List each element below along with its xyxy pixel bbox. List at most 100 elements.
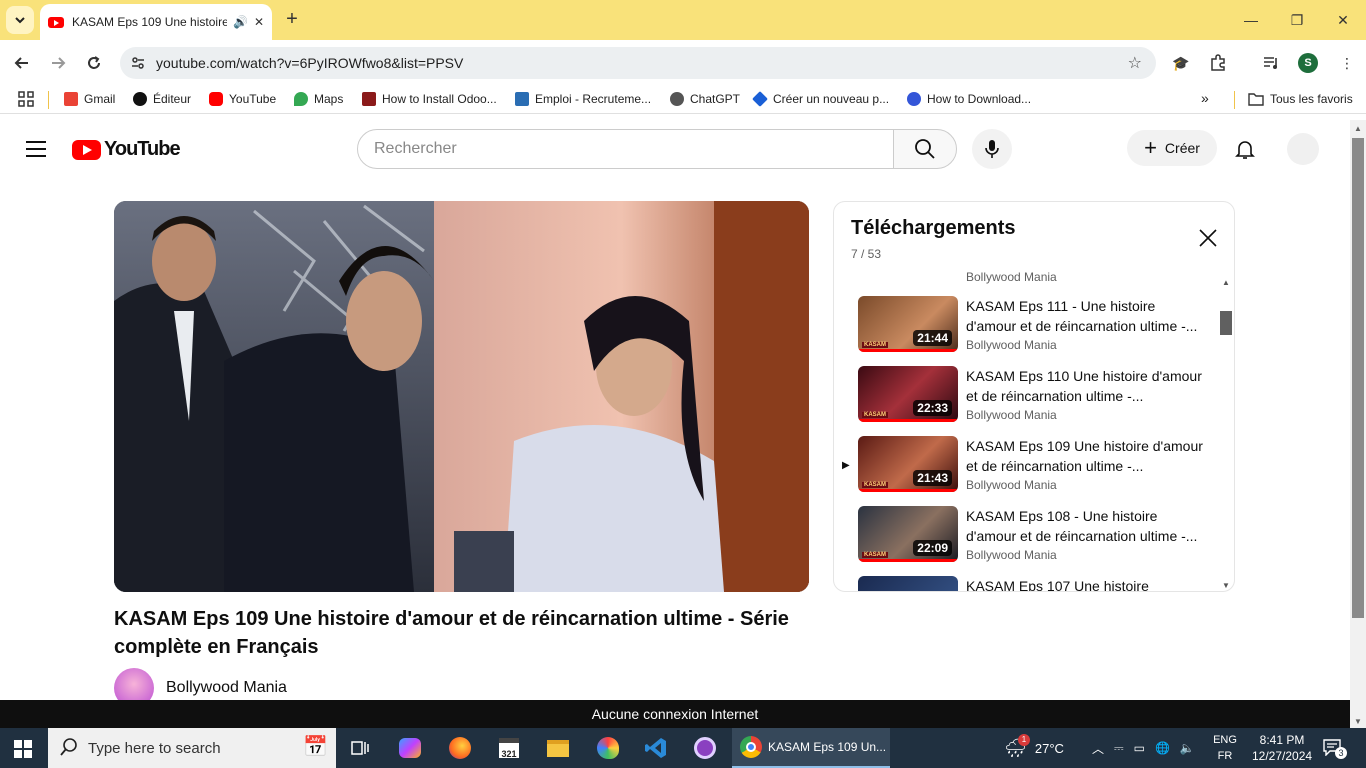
calendar-app-icon[interactable]: 321	[495, 734, 523, 762]
file-explorer-icon[interactable]	[544, 734, 572, 762]
bookmark-creer[interactable]: Créer un nouveau p...	[752, 91, 889, 107]
watched-progress-bar	[858, 559, 958, 562]
restore-button[interactable]: ❐	[1274, 0, 1320, 40]
bookmark-label: YouTube	[229, 92, 277, 106]
scroll-up-arrow-icon[interactable]: ▲	[1354, 124, 1362, 133]
reload-button[interactable]	[81, 50, 107, 76]
bookmark-emploi[interactable]: Emploi - Recruteme...	[515, 92, 651, 106]
create-button[interactable]: + Créer	[1127, 130, 1217, 166]
playlist-title[interactable]: Téléchargements	[851, 217, 1016, 240]
address-bar[interactable]: youtube.com/watch?v=6PyIROWfwo8&list=PPS…	[120, 47, 1156, 79]
playlist-item[interactable]: KASAM 21:44 KASAM Eps 111 - Une histoire…	[834, 296, 1220, 366]
playlist-thumbnail: KASAM 21:44	[858, 296, 958, 352]
bookmark-youtube[interactable]: YouTube	[209, 92, 276, 106]
paint-app-icon[interactable]	[594, 734, 622, 762]
forward-button[interactable]	[45, 50, 71, 76]
scroll-down-arrow-icon[interactable]: ▼	[1222, 581, 1230, 590]
back-button[interactable]	[9, 50, 35, 76]
editeur-icon	[133, 92, 147, 106]
youtube-logo[interactable]: YouTube	[72, 138, 181, 161]
extension-hat-icon[interactable]: 🎓	[1170, 52, 1192, 74]
user-avatar[interactable]	[1287, 133, 1319, 165]
more-menu-icon[interactable]: ⋮	[1336, 52, 1358, 74]
kasam-logo: KASAM	[862, 552, 888, 558]
tab-search-dropdown[interactable]	[6, 6, 34, 34]
close-tab-icon[interactable]: ✕	[254, 15, 264, 29]
playlist-scrollbar[interactable]: ▲ ▼	[1219, 270, 1233, 591]
video-title: KASAM Eps 109 Une histoire d'amour et de…	[114, 608, 789, 658]
scroll-down-arrow-icon[interactable]: ▼	[1354, 717, 1362, 726]
voice-search-button[interactable]	[972, 129, 1012, 169]
playlist-item[interactable]: Bollywood Mania	[834, 270, 1220, 284]
playlist-item-current[interactable]: ▶ KASAM 21:43 KASAM Eps 109 Une histoire…	[834, 436, 1220, 506]
media-app-icon[interactable]	[691, 734, 719, 762]
language-indicator[interactable]: ENG FR	[1210, 732, 1240, 764]
media-control-icon[interactable]	[1260, 52, 1282, 74]
globe-icon[interactable]: 🌐	[1155, 741, 1170, 755]
chrome-icon	[740, 736, 762, 758]
battery-icon[interactable]: ▭	[1134, 741, 1145, 755]
new-tab-button[interactable]: +	[280, 8, 304, 32]
folder-icon	[1248, 93, 1264, 106]
bookmark-label: How to Install Odoo...	[382, 92, 497, 106]
search-button[interactable]	[893, 129, 957, 169]
playlist-item[interactable]: KASAM 22:33 KASAM Eps 110 Une histoire d…	[834, 366, 1220, 436]
copilot-icon[interactable]	[396, 734, 424, 762]
volume-icon[interactable]: 🔈	[1180, 741, 1195, 755]
notifications-bell-icon[interactable]	[1233, 137, 1257, 161]
playlist-item[interactable]: KASAM Eps 107 Une histoire	[834, 576, 1220, 591]
vscode-icon[interactable]	[642, 734, 670, 762]
youtube-wordmark: YouTube	[104, 138, 181, 160]
bookmark-chatgpt[interactable]: ChatGPT	[670, 92, 740, 106]
taskbar-search-input[interactable]: Type here to search 📅	[48, 728, 336, 768]
bookmark-maps[interactable]: Maps	[294, 92, 343, 106]
bookmark-odoo[interactable]: How to Install Odoo...	[362, 92, 497, 106]
playlist-scrollbar-thumb[interactable]	[1220, 311, 1232, 335]
page-scrollbar[interactable]: ▲ ▼	[1350, 120, 1366, 728]
youtube-favicon-icon	[48, 16, 64, 28]
close-playlist-icon[interactable]	[1198, 228, 1218, 248]
channel-name[interactable]: Bollywood Mania	[166, 679, 287, 697]
all-bookmarks-folder[interactable]: Tous les favoris	[1248, 92, 1353, 106]
site-info-icon[interactable]	[130, 55, 146, 71]
microphone-icon	[985, 140, 999, 158]
weather-widget[interactable]: 🌧 1 27°C	[1004, 728, 1064, 768]
chrome-window-label: KASAM Eps 109 Un...	[768, 740, 887, 754]
bookmark-editeur[interactable]: Éditeur	[133, 92, 191, 106]
firefox-icon[interactable]	[446, 734, 474, 762]
weather-badge: 1	[1018, 733, 1030, 746]
chevron-up-icon[interactable]: ︿	[1092, 740, 1104, 757]
profile-avatar[interactable]: S	[1298, 53, 1318, 73]
network-icon[interactable]: ⎓	[1114, 741, 1124, 756]
scrollbar-thumb[interactable]	[1352, 138, 1364, 618]
active-tab[interactable]: KASAM Eps 109 Une histoire d'amour et de…	[40, 4, 272, 40]
forward-arrow-icon	[52, 57, 66, 69]
minimize-button[interactable]: —	[1228, 0, 1274, 40]
bookmark-gmail[interactable]: Gmail	[64, 92, 115, 106]
hamburger-menu-icon[interactable]	[26, 141, 46, 157]
playlist-item-channel: Bollywood Mania	[966, 270, 1057, 284]
speaker-icon[interactable]: 🔊	[233, 15, 248, 29]
system-clock[interactable]: 8:41 PM 12/27/2024	[1252, 732, 1312, 764]
more-bookmarks-chevron-icon[interactable]: »	[1201, 90, 1209, 106]
close-window-button[interactable]: ✕	[1320, 0, 1366, 40]
playlist-item[interactable]: KASAM 22:09 KASAM Eps 108 - Une histoire…	[834, 506, 1220, 576]
bookmark-how-to-download[interactable]: How to Download...	[907, 92, 1031, 106]
apps-grid-icon[interactable]	[18, 91, 34, 107]
youtube-icon	[209, 92, 223, 106]
bookmark-star-icon[interactable]: ☆	[1128, 53, 1142, 73]
search-input[interactable]: Rechercher	[357, 129, 894, 169]
language-code: ENG	[1213, 734, 1237, 746]
windows-start-icon[interactable]	[14, 740, 32, 758]
scroll-up-arrow-icon[interactable]: ▲	[1222, 278, 1230, 287]
playlist-item-channel: Bollywood Mania	[966, 408, 1057, 422]
now-playing-indicator-icon: ▶	[842, 460, 850, 471]
extensions-puzzle-icon[interactable]	[1207, 52, 1229, 74]
taskbar-chrome-window[interactable]: KASAM Eps 109 Un...	[732, 728, 890, 768]
task-view-icon[interactable]	[346, 734, 374, 762]
video-player[interactable]	[114, 201, 809, 592]
kasam-logo: KASAM	[862, 342, 888, 348]
playlist-item-channel: Bollywood Mania	[966, 338, 1057, 352]
notification-center-icon[interactable]: 3	[1322, 738, 1347, 759]
video-duration: 22:33	[913, 400, 952, 416]
